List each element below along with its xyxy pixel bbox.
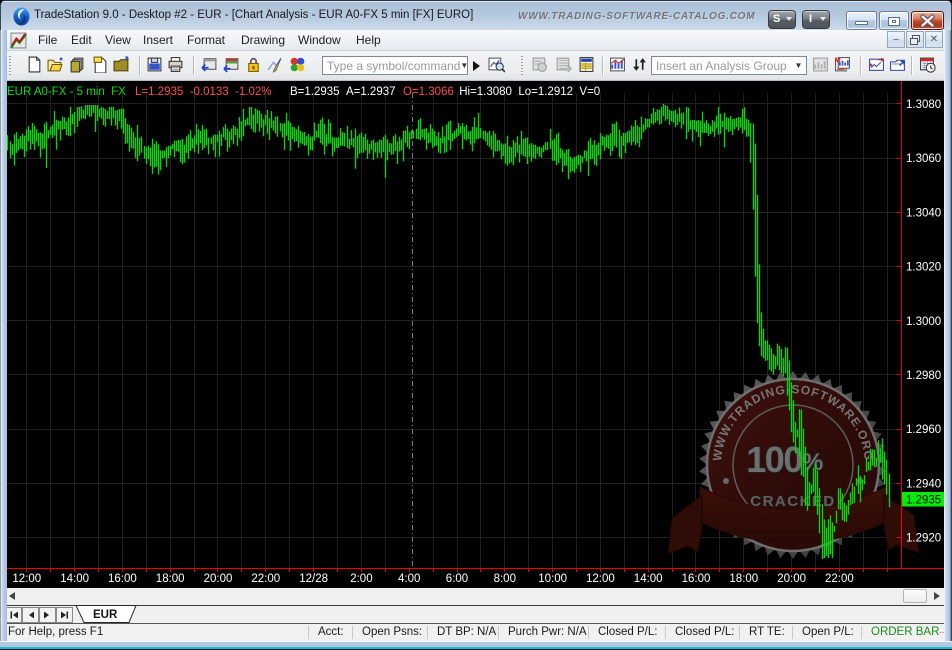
svg-text:1.2920: 1.2920 (906, 533, 941, 545)
svg-text:20:00: 20:00 (777, 573, 806, 585)
svg-text:22:00: 22:00 (251, 573, 280, 585)
svg-text:16:00: 16:00 (108, 573, 137, 585)
svg-text:10:00: 10:00 (538, 573, 567, 585)
svg-text:EUR A0-FX - 5 min FX: EUR A0-FX - 5 min FX (7, 86, 126, 98)
svg-text:1.3080: 1.3080 (906, 99, 941, 111)
svg-text:14:00: 14:00 (60, 573, 89, 585)
svg-text:8:00: 8:00 (494, 573, 516, 585)
svg-text:M: M (835, 56, 841, 64)
svg-text:1.3040: 1.3040 (906, 207, 941, 219)
svg-text:18:00: 18:00 (156, 573, 185, 585)
svg-text:12:00: 12:00 (12, 573, 41, 585)
svg-text:4:00: 4:00 (398, 573, 420, 585)
svg-text:18:00: 18:00 (729, 573, 758, 585)
svg-text:Hi=1.3080 Lo=1.2912 V=0: Hi=1.3080 Lo=1.2912 V=0 (456, 86, 600, 98)
svg-text:1.2935: 1.2935 (906, 495, 941, 507)
svg-text:1.3060: 1.3060 (906, 153, 941, 165)
svg-text:16:00: 16:00 (682, 573, 711, 585)
svg-text:1.3020: 1.3020 (906, 262, 941, 274)
svg-text:1.2940: 1.2940 (906, 478, 941, 490)
svg-text:14:00: 14:00 (634, 573, 663, 585)
svg-text:12:00: 12:00 (586, 573, 615, 585)
svg-text:L=1.2935 -0.0133 -1.02%: L=1.2935 -0.0133 -1.02% (135, 86, 272, 98)
svg-text:20:00: 20:00 (204, 573, 233, 585)
svg-text:O=1.3066: O=1.3066 (403, 86, 454, 98)
svg-text:6:00: 6:00 (446, 573, 468, 585)
svg-text:1.3000: 1.3000 (906, 316, 941, 328)
svg-text:2:00: 2:00 (350, 573, 372, 585)
svg-text:1.2960: 1.2960 (906, 424, 941, 436)
svg-text:12/28: 12/28 (299, 573, 328, 585)
svg-text:B=1.2935 A=1.2937: B=1.2935 A=1.2937 (290, 86, 396, 98)
svg-text:1.2980: 1.2980 (906, 370, 941, 382)
svg-text:22:00: 22:00 (825, 573, 854, 585)
